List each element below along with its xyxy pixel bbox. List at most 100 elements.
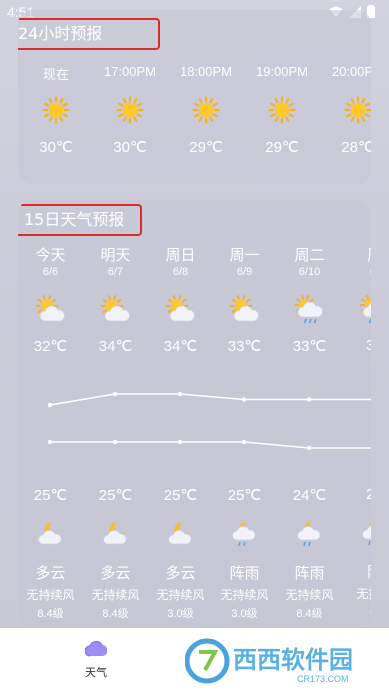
day-high-temp: 33℃	[227, 338, 262, 355]
low-temp-line	[50, 441, 371, 449]
hourly-temp: 30℃	[39, 139, 73, 156]
hourly-forecast-card: 24小时预报 现在 30℃ 17:00PM 30℃ 18:00PM 29℃ 19:00…	[18, 10, 371, 184]
daily-item: 周二 6/10 33℃	[277, 244, 342, 355]
day-high-temp: 32℃	[33, 338, 68, 355]
day-name: 周一	[229, 246, 260, 264]
hourly-item: 19:00PM 29℃	[244, 64, 320, 156]
hourly-temp: 30℃	[113, 139, 147, 156]
cloudy-night-icon	[166, 518, 196, 548]
day-low-temp: 25℃	[98, 487, 133, 504]
high-temp-line-point	[241, 397, 247, 402]
day-name: 今天	[35, 246, 66, 264]
hourly-item: 18:00PM 29℃	[168, 64, 244, 156]
day-wind-level: 3.0级	[231, 608, 258, 620]
sun-icon	[192, 96, 220, 124]
daily-item: 周 6/ 33	[342, 244, 371, 354]
daily-item-night: 25℃ 多云 无持续风 8.4级	[83, 486, 148, 621]
nav-tab-weather[interactable]: 天气	[66, 640, 126, 680]
day-wind: 无持续风	[156, 588, 205, 602]
day-low-temp: 25℃	[163, 487, 198, 504]
partly-cloudy-icon	[35, 294, 67, 326]
day-date: 6/8	[172, 266, 189, 278]
cloudy-night-icon	[36, 518, 66, 548]
day-date: 6/9	[236, 266, 253, 278]
high-temp-line-point	[306, 397, 312, 402]
hourly-item: 现在 30℃	[18, 64, 94, 156]
sun-icon	[116, 96, 144, 124]
day-condition: 阵雨	[294, 564, 325, 582]
high-temp-line-point	[177, 391, 183, 397]
day-wind-level: 8.4级	[102, 608, 129, 620]
day-name: 周	[342, 244, 371, 264]
hourly-forecast-title: 24小时预报	[18, 18, 160, 50]
day-wind: 无持续风	[285, 588, 334, 602]
partly-cloudy-icon	[100, 294, 132, 326]
hourly-item: 20:00PM 28℃	[320, 64, 371, 156]
daily-item-night: 24℃ 阵雨 无持续风 8.4级	[277, 486, 342, 621]
day-condition: 多云	[100, 564, 131, 582]
daily-item-night: 25℃ 多云 无持续风 3.0级	[148, 486, 213, 621]
shower-icon	[359, 294, 371, 326]
cloudy-night-icon	[101, 518, 131, 548]
watermark-text: 西西软件园	[233, 646, 353, 674]
low-temp-line-point	[177, 439, 183, 445]
shower-night-icon	[295, 518, 325, 548]
day-condition: 阵雨	[229, 564, 260, 582]
low-temp-line-point	[306, 445, 312, 451]
daily-item-night: 25 阵 无持续 3.	[342, 486, 371, 616]
hourly-temp: 28℃	[341, 139, 371, 156]
low-temp-line-point	[241, 439, 247, 445]
day-wind-level: 3.0级	[167, 608, 194, 620]
partly-cloudy-icon	[165, 294, 197, 326]
daily-item: 明天 6/7 34℃	[83, 244, 148, 355]
hourly-time: 19:00PM	[255, 64, 309, 79]
sun-icon	[344, 96, 371, 124]
day-name: 周日	[165, 246, 196, 264]
day-date: 6/	[342, 266, 371, 278]
sun-icon	[268, 96, 296, 124]
low-temp-line-point	[47, 439, 53, 445]
day-low-temp: 24℃	[292, 487, 327, 504]
hourly-time: 18:00PM	[179, 64, 233, 79]
hourly-time: 20:00PM	[331, 64, 371, 79]
nav-tab-weather-label: 天气	[85, 666, 107, 679]
shower-night-icon	[230, 518, 260, 548]
day-condition: 多云	[35, 564, 66, 582]
day-low-temp: 25℃	[227, 487, 262, 504]
shower-icon	[294, 294, 326, 326]
day-wind-level: 8.4级	[296, 608, 323, 620]
daily-forecast-card: 15日天气预报 今天 6/6 32℃ 25℃ 多云 无持续风 8.4级 明天 6/7…	[18, 200, 371, 630]
day-wind: 无持续风	[91, 588, 140, 602]
day-high-temp: 34℃	[98, 338, 133, 355]
weather-cloud-icon	[84, 640, 108, 657]
daily-item-night: 25℃ 阵雨 无持续风 3.0级	[212, 486, 277, 621]
day-date: 6/10	[298, 266, 321, 278]
day-wind: 无持续风	[220, 588, 269, 602]
day-wind: 无持续	[356, 587, 371, 601]
day-wind-level: 8.4级	[37, 608, 64, 620]
day-high-temp: 34℃	[163, 338, 198, 355]
hourly-time: 现在	[42, 67, 69, 82]
daily-item: 周日 6/8 34℃	[148, 244, 213, 355]
day-high-temp: 33℃	[292, 338, 327, 355]
bottom-nav: 天气 西西软件园 CR173.COM	[0, 628, 389, 692]
day-date: 6/6	[42, 266, 59, 278]
day-low-temp: 25℃	[33, 487, 68, 504]
high-temp-line-point	[112, 391, 118, 397]
daily-item: 周一 6/9 33℃	[212, 244, 277, 355]
day-wind: 无持续风	[26, 588, 75, 602]
day-name: 周二	[294, 246, 325, 264]
daily-item-night: 25℃ 多云 无持续风 8.4级	[18, 486, 83, 621]
low-temp-line-point	[112, 439, 118, 445]
site-watermark-logo: 西西软件园 CR173.COM	[185, 638, 353, 684]
day-wind-level: 3.	[342, 604, 371, 616]
watermark-url: CR173.COM	[297, 674, 349, 684]
hourly-temp: 29℃	[265, 139, 299, 156]
day-condition: 阵	[342, 561, 371, 582]
daily-item: 今天 6/6 32℃	[18, 244, 83, 355]
hourly-item: 17:00PM 30℃	[92, 64, 168, 156]
day-name: 明天	[100, 246, 131, 264]
day-high-temp: 33	[366, 337, 371, 354]
partly-cloudy-icon	[229, 294, 261, 326]
day-date: 6/7	[107, 266, 124, 278]
